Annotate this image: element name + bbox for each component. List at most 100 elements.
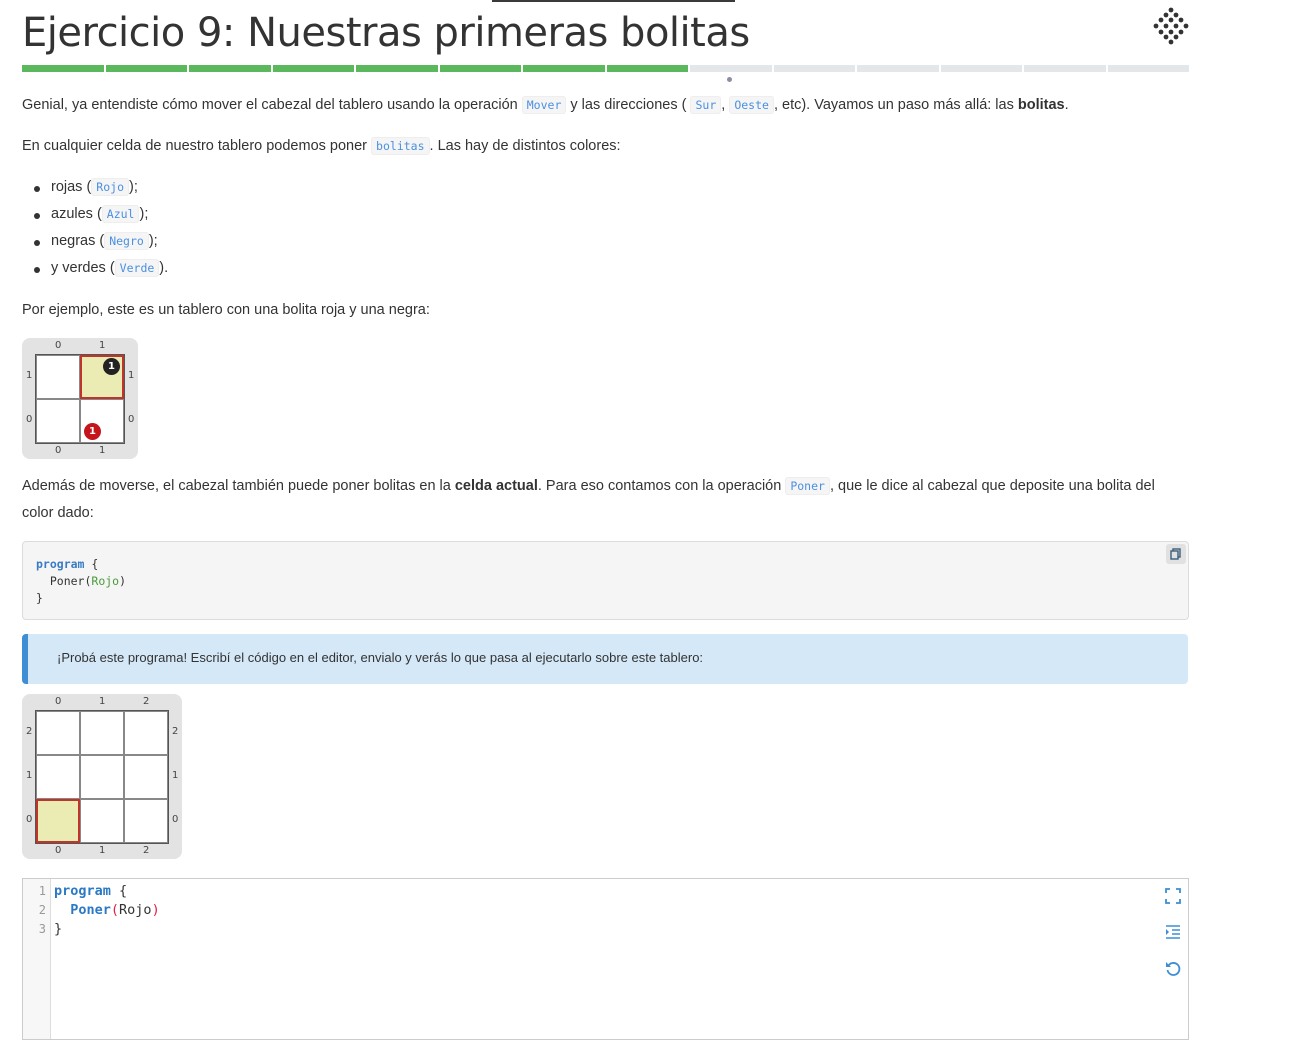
- progress-segment-done[interactable]: [523, 65, 605, 72]
- bold-bolitas: bolitas: [1017, 97, 1065, 113]
- list-item: y verdes (Verde).: [22, 255, 168, 282]
- progress-segment-pending[interactable]: [773, 65, 855, 72]
- x-label-top: 2: [143, 696, 150, 707]
- progress-segment-pending[interactable]: [940, 65, 1022, 72]
- y-label-left: 1: [26, 770, 33, 781]
- line-number: 1: [38, 884, 46, 898]
- code-sur: Sur: [690, 96, 722, 114]
- y-label-left: 2: [26, 726, 33, 737]
- progress-segment-done[interactable]: [105, 65, 187, 72]
- progress-segment-pending[interactable]: [1024, 65, 1106, 72]
- text: .: [1064, 97, 1069, 113]
- code-mover: Mover: [521, 96, 567, 114]
- text: . Las hay de distintos colores:: [429, 138, 621, 154]
- code-sample-block: program { Poner(Rojo) }: [22, 541, 1189, 620]
- list-item: azules (Azul);: [22, 201, 168, 228]
- code-azul: Azul: [101, 205, 140, 223]
- x-label-top: 0: [55, 696, 62, 707]
- board-cell: [124, 799, 168, 843]
- top-scroll-indicator: [492, 0, 735, 2]
- code-negro: Negro: [104, 232, 149, 250]
- initial-board: 0 1 2 2 1 0 2 1 0 0 1 2: [22, 694, 182, 859]
- text: ,: [721, 97, 726, 113]
- x-label-top: 1: [99, 340, 106, 351]
- y-label-left: 1: [26, 370, 33, 381]
- x-label-bottom: 2: [143, 845, 150, 856]
- indent-icon[interactable]: [1164, 923, 1182, 941]
- text: y las direcciones (: [570, 97, 687, 113]
- board-cell: [124, 711, 168, 755]
- line-number: 2: [38, 903, 46, 917]
- board-cell: [36, 355, 80, 399]
- example-paragraph: Por ejemplo, este es un tablero con una …: [22, 302, 430, 318]
- y-label-left: 0: [26, 414, 33, 425]
- list-item: negras (Negro);: [22, 228, 168, 255]
- progress-segment-done[interactable]: [272, 65, 354, 72]
- x-label-bottom: 1: [99, 845, 106, 856]
- hint-callout: ¡Probá este programa! Escribí el código …: [22, 634, 1188, 684]
- progress-segment-done[interactable]: [606, 65, 688, 72]
- black-ball: 1: [103, 358, 120, 375]
- mumuki-logo-icon[interactable]: [1151, 6, 1191, 46]
- y-label-right: 0: [128, 414, 135, 425]
- current-exercise-marker: [727, 77, 732, 82]
- intro-paragraph-1: Genial, ya entendiste cómo mover el cabe…: [22, 92, 1069, 119]
- page-title: Ejercicio 9: Nuestras primeras bolitas: [22, 10, 750, 56]
- board-cell: [36, 711, 80, 755]
- text: Genial, ya entendiste cómo mover el cabe…: [22, 97, 518, 113]
- y-label-left: 0: [26, 814, 33, 825]
- board-cell: [36, 755, 80, 799]
- code-verde: Verde: [114, 259, 160, 277]
- code-editor[interactable]: 1 2 3 program { Poner(Rojo) }: [22, 878, 1189, 1040]
- progress-segment-done[interactable]: [439, 65, 521, 72]
- colors-list: rojas (Rojo); azules (Azul); negras (Neg…: [22, 174, 168, 282]
- y-label-right: 0: [172, 814, 179, 825]
- progress-segment-done[interactable]: [22, 65, 104, 72]
- board-cell: [36, 399, 80, 443]
- line-number-gutter: 1 2 3: [23, 879, 51, 1039]
- board-cell: [124, 755, 168, 799]
- editor-code-text[interactable]: program { Poner(Rojo) }: [54, 882, 160, 939]
- text: En cualquier celda de nuestro tablero po…: [22, 138, 368, 154]
- board-grid: [35, 710, 169, 844]
- y-label-right: 2: [172, 726, 179, 737]
- board-grid: 1 1: [35, 354, 125, 444]
- fullscreen-icon[interactable]: [1164, 887, 1182, 905]
- reset-icon[interactable]: [1164, 959, 1182, 977]
- example-board: 0 1 1 0 1 0 1 1 0 1: [22, 338, 138, 459]
- list-item: rojas (Rojo);: [22, 174, 168, 201]
- intro-paragraph-2: En cualquier celda de nuestro tablero po…: [22, 133, 621, 160]
- hint-text: ¡Probá este programa! Escribí el código …: [57, 650, 704, 665]
- code-oeste: Oeste: [729, 96, 774, 114]
- red-ball: 1: [84, 423, 101, 440]
- progress-segment-pending[interactable]: [857, 65, 939, 72]
- board-cell: 1: [80, 399, 124, 443]
- explain-paragraph: Además de moverse, el cabezal también pu…: [22, 473, 1189, 527]
- exercise-progress-bar: [22, 65, 1189, 72]
- x-label-bottom: 0: [55, 845, 62, 856]
- line-number: 3: [38, 922, 46, 936]
- progress-segment-done[interactable]: [356, 65, 438, 72]
- board-cell-head: [36, 799, 80, 843]
- board-cell: [80, 755, 124, 799]
- x-label-bottom: 1: [99, 445, 106, 456]
- code-bolitas: bolitas: [371, 137, 430, 155]
- bold-celda-actual: celda actual: [454, 478, 538, 494]
- y-label-right: 1: [128, 370, 135, 381]
- x-label-bottom: 0: [55, 445, 62, 456]
- copy-icon: [1170, 548, 1181, 560]
- board-cell-head: 1: [80, 355, 124, 399]
- text: , etc). Vayamos un paso más allá: las: [773, 97, 1014, 113]
- x-label-top: 0: [55, 340, 62, 351]
- board-cell: [80, 711, 124, 755]
- progress-segment-pending[interactable]: [1107, 65, 1189, 72]
- copy-button[interactable]: [1166, 544, 1186, 564]
- progress-segment-done[interactable]: [189, 65, 271, 72]
- progress-segment-pending[interactable]: [690, 65, 772, 72]
- x-label-top: 1: [99, 696, 106, 707]
- text: Además de moverse, el cabezal también pu…: [22, 478, 451, 494]
- text: . Para eso contamos con la operación: [537, 478, 782, 494]
- code-rojo: Rojo: [91, 178, 129, 196]
- board-cell: [80, 799, 124, 843]
- y-label-right: 1: [172, 770, 179, 781]
